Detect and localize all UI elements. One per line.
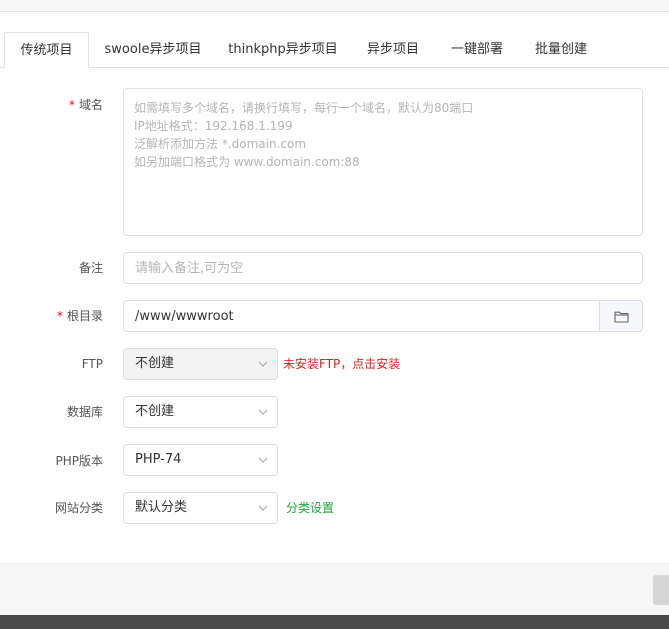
- php-version-value: PHP-74: [135, 452, 182, 467]
- note-input[interactable]: [123, 252, 643, 284]
- folder-icon: [613, 311, 629, 323]
- tab-one-click-deploy[interactable]: 一键部署: [442, 32, 512, 67]
- chevron-down-icon: [258, 457, 268, 463]
- php-label: PHP版本: [55, 454, 104, 468]
- top-strip: [0, 0, 669, 12]
- root-label: * 根目录: [56, 309, 103, 323]
- category-settings-link[interactable]: 分类设置: [286, 500, 334, 516]
- tab-traditional[interactable]: 传统项目: [4, 32, 89, 68]
- database-select-value: 不创建: [135, 404, 175, 419]
- footer-button[interactable]: [653, 575, 669, 605]
- required-mark: *: [68, 98, 75, 112]
- install-ftp-link[interactable]: 未安装FTP，点击安装: [283, 356, 400, 372]
- chevron-down-icon: [258, 505, 268, 511]
- tab-thinkphp[interactable]: thinkphp异步项目: [223, 32, 343, 67]
- domain-label: * 域名: [68, 98, 103, 112]
- tab-swoole[interactable]: swoole异步项目: [96, 32, 210, 67]
- browse-folder-button[interactable]: [599, 300, 643, 332]
- domain-textarea[interactable]: [123, 88, 643, 236]
- note-label: 备注: [78, 261, 103, 275]
- ftp-label: FTP: [81, 357, 103, 371]
- tab-bar: 传统项目 swoole异步项目 thinkphp异步项目 异步项目 一键部署 批…: [0, 32, 669, 68]
- ftp-select-value: 不创建: [135, 356, 175, 371]
- category-label: 网站分类: [54, 501, 103, 515]
- database-label: 数据库: [66, 405, 103, 419]
- root-path-input[interactable]: [123, 300, 600, 332]
- bottom-bar: [0, 615, 669, 629]
- php-version-select[interactable]: PHP-74: [123, 444, 278, 476]
- category-select-value: 默认分类: [135, 500, 188, 515]
- dialog-footer: [0, 563, 669, 616]
- chevron-down-icon: [258, 361, 268, 367]
- category-select[interactable]: 默认分类: [123, 492, 278, 524]
- tab-async[interactable]: 异步项目: [358, 32, 428, 67]
- tab-batch-create[interactable]: 批量创建: [526, 32, 596, 67]
- ftp-select[interactable]: 不创建: [123, 348, 278, 380]
- required-mark: *: [56, 309, 63, 323]
- chevron-down-icon: [258, 409, 268, 415]
- database-select[interactable]: 不创建: [123, 396, 278, 428]
